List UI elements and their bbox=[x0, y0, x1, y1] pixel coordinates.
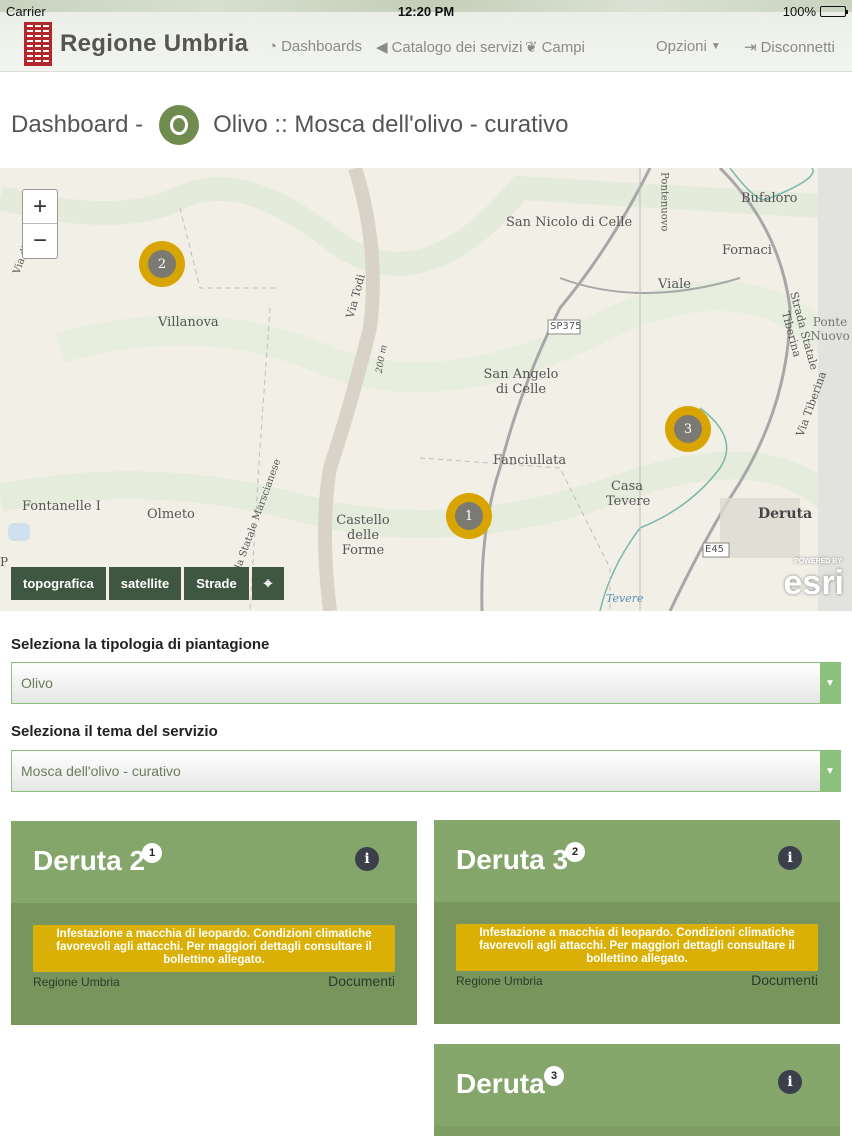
page-title: Dashboard - Olivo :: Mosca dell'olivo - … bbox=[11, 100, 568, 150]
esri-attribution: POWERED BY esri bbox=[783, 558, 845, 603]
marker-number: 1 bbox=[455, 502, 483, 530]
nav-campi[interactable]: ❦ Campi bbox=[525, 38, 585, 57]
map-marker-2[interactable]: 2 bbox=[139, 241, 185, 287]
battery-percent: 100% bbox=[782, 3, 816, 19]
map-label-olmeto: Olmeto bbox=[147, 507, 195, 522]
nav-catalogo[interactable]: ◀ Catalogo dei servizi bbox=[376, 38, 523, 57]
card-count-badge: 3 bbox=[544, 1066, 564, 1086]
map-marker-1[interactable]: 1 bbox=[446, 493, 492, 539]
plantation-type-value: Olivo bbox=[21, 675, 53, 691]
field-card-deruta[interactable]: Deruta 3 i bbox=[434, 1044, 840, 1136]
esri-powered-by: POWERED BY bbox=[794, 558, 842, 565]
basemap-strade-button[interactable]: Strade bbox=[184, 567, 249, 600]
map-label-fornaci: Fornaci bbox=[722, 243, 772, 258]
map-label-deruta: Deruta bbox=[758, 506, 813, 522]
clock: 12:20 PM bbox=[397, 3, 455, 19]
card-body: Infestazione a macchia di leopardo. Cond… bbox=[11, 903, 417, 1025]
chevron-down-icon: ▼ bbox=[710, 41, 721, 52]
nav-disconnetti-label: Disconnetti bbox=[760, 38, 835, 56]
map-view[interactable]: San Nicolo di Celle Bufaloro Fornaci Via… bbox=[0, 168, 852, 611]
status-bar: Carrier 12:20 PM 100% bbox=[0, 0, 852, 22]
map-label-bufaloro: Bufaloro bbox=[741, 191, 798, 206]
marker-number: 3 bbox=[674, 415, 702, 443]
card-header: Deruta 3 i bbox=[434, 1044, 840, 1126]
card-header: Deruta 2 1 i bbox=[11, 821, 417, 903]
card-title: Deruta 2 bbox=[33, 845, 146, 876]
nav-disconnetti[interactable]: ⇥ Disconnetti bbox=[744, 38, 835, 57]
card-header: Deruta 3 2 i bbox=[434, 820, 840, 902]
map-label-ponte-nuovo: Ponte Nuovo bbox=[810, 315, 850, 343]
alert-message: Infestazione a macchia di leopardo. Cond… bbox=[456, 924, 818, 971]
dashboard-icon: ◔ bbox=[268, 38, 278, 55]
map-label-sp375: SP375 bbox=[550, 321, 582, 332]
page-title-main: Olivo :: Mosca dell'olivo - curativo bbox=[213, 111, 569, 138]
map-label-p: P bbox=[0, 555, 9, 569]
basemap-topografica-button[interactable]: topografica bbox=[11, 567, 106, 600]
map-label-fanciullata: Fanciullata bbox=[493, 453, 567, 468]
documents-link[interactable]: Documenti bbox=[328, 973, 395, 989]
info-icon[interactable]: i bbox=[355, 847, 379, 871]
alert-message: Infestazione a macchia di leopardo. Cond… bbox=[33, 925, 395, 972]
map-basemap bbox=[0, 168, 852, 611]
nav-catalogo-label: Catalogo dei servizi bbox=[391, 38, 523, 56]
map-label-castello-delle-forme: Castello delle Forme bbox=[336, 513, 390, 558]
map-label-casa-tevere: Casa Tevere bbox=[606, 479, 651, 509]
nav-opzioni-label: Opzioni bbox=[656, 38, 707, 55]
select-arrow-icon: ▼ bbox=[820, 751, 840, 791]
zoom-out-button[interactable]: − bbox=[23, 224, 57, 258]
card-count-badge: 1 bbox=[142, 843, 162, 863]
plantation-type-select[interactable]: Olivo ▼ bbox=[11, 662, 841, 704]
zoom-in-button[interactable]: + bbox=[23, 190, 57, 224]
map-label-tevere: Tevere bbox=[606, 592, 644, 605]
battery-icon bbox=[820, 5, 848, 17]
plantation-type-label: Seleziona la tipologia di piantagione bbox=[11, 636, 270, 653]
info-icon[interactable]: i bbox=[778, 1070, 802, 1094]
nav-dashboards[interactable]: ◔ Dashboards bbox=[268, 38, 362, 55]
map-marker-3[interactable]: 3 bbox=[665, 406, 711, 452]
field-card-deruta-2[interactable]: Deruta 2 1 i Infestazione a macchia di l… bbox=[11, 821, 417, 1025]
card-source: Regione Umbria bbox=[456, 974, 543, 988]
leaf-icon: ❦ bbox=[525, 39, 538, 56]
service-theme-select[interactable]: Mosca dell'olivo - curativo ▼ bbox=[11, 750, 841, 792]
marker-number: 2 bbox=[148, 250, 176, 278]
card-title: Deruta bbox=[456, 1068, 545, 1099]
map-label-san-nicolo: San Nicolo di Celle bbox=[506, 215, 633, 230]
logout-icon: ⇥ bbox=[744, 39, 757, 56]
info-icon[interactable]: i bbox=[778, 846, 802, 870]
esri-logo: esri bbox=[783, 564, 845, 602]
megaphone-icon: ◀ bbox=[376, 39, 388, 56]
basemap-satellite-button[interactable]: satellite bbox=[108, 567, 182, 600]
nav-dashboards-label: Dashboards bbox=[281, 38, 362, 55]
card-title: Deruta 3 bbox=[456, 844, 569, 875]
map-label-fontanelle: Fontanelle I bbox=[22, 499, 101, 514]
regione-umbria-emblem-icon bbox=[24, 22, 52, 66]
map-label-e45: E45 bbox=[705, 544, 725, 555]
map-label-villanova: Villanova bbox=[158, 315, 219, 330]
documents-link[interactable]: Documenti bbox=[751, 972, 818, 988]
zoom-control: + − bbox=[22, 189, 58, 259]
service-theme-label: Seleziona il tema del servizio bbox=[11, 723, 218, 740]
card-count-badge: 2 bbox=[565, 842, 585, 862]
select-arrow-icon: ▼ bbox=[820, 663, 840, 703]
nav-campi-label: Campi bbox=[541, 38, 585, 56]
card-body: Infestazione a macchia di leopardo. Cond… bbox=[434, 902, 840, 1024]
map-label-viale: Viale bbox=[658, 277, 691, 292]
map-label-pontenuovo: Pontenuovo bbox=[658, 172, 670, 232]
locate-icon[interactable]: ⌖ bbox=[251, 567, 285, 600]
battery-indicator: 100% bbox=[782, 3, 848, 19]
olive-icon bbox=[159, 105, 200, 145]
page-title-prefix: Dashboard - bbox=[11, 111, 144, 138]
map-label-san-angelo: San Angelo di Celle bbox=[483, 367, 559, 397]
field-card-deruta-3[interactable]: Deruta 3 2 i Infestazione a macchia di l… bbox=[434, 820, 840, 1024]
card-source: Regione Umbria bbox=[33, 975, 120, 989]
brand-name: Regione Umbria bbox=[60, 30, 249, 57]
service-theme-value: Mosca dell'olivo - curativo bbox=[21, 763, 181, 779]
nav-opzioni[interactable]: Opzioni ▼ bbox=[656, 38, 721, 55]
brand-logo[interactable]: Regione Umbria bbox=[24, 22, 248, 66]
basemap-switcher: topografica satellite Strade ⌖ bbox=[11, 567, 285, 600]
